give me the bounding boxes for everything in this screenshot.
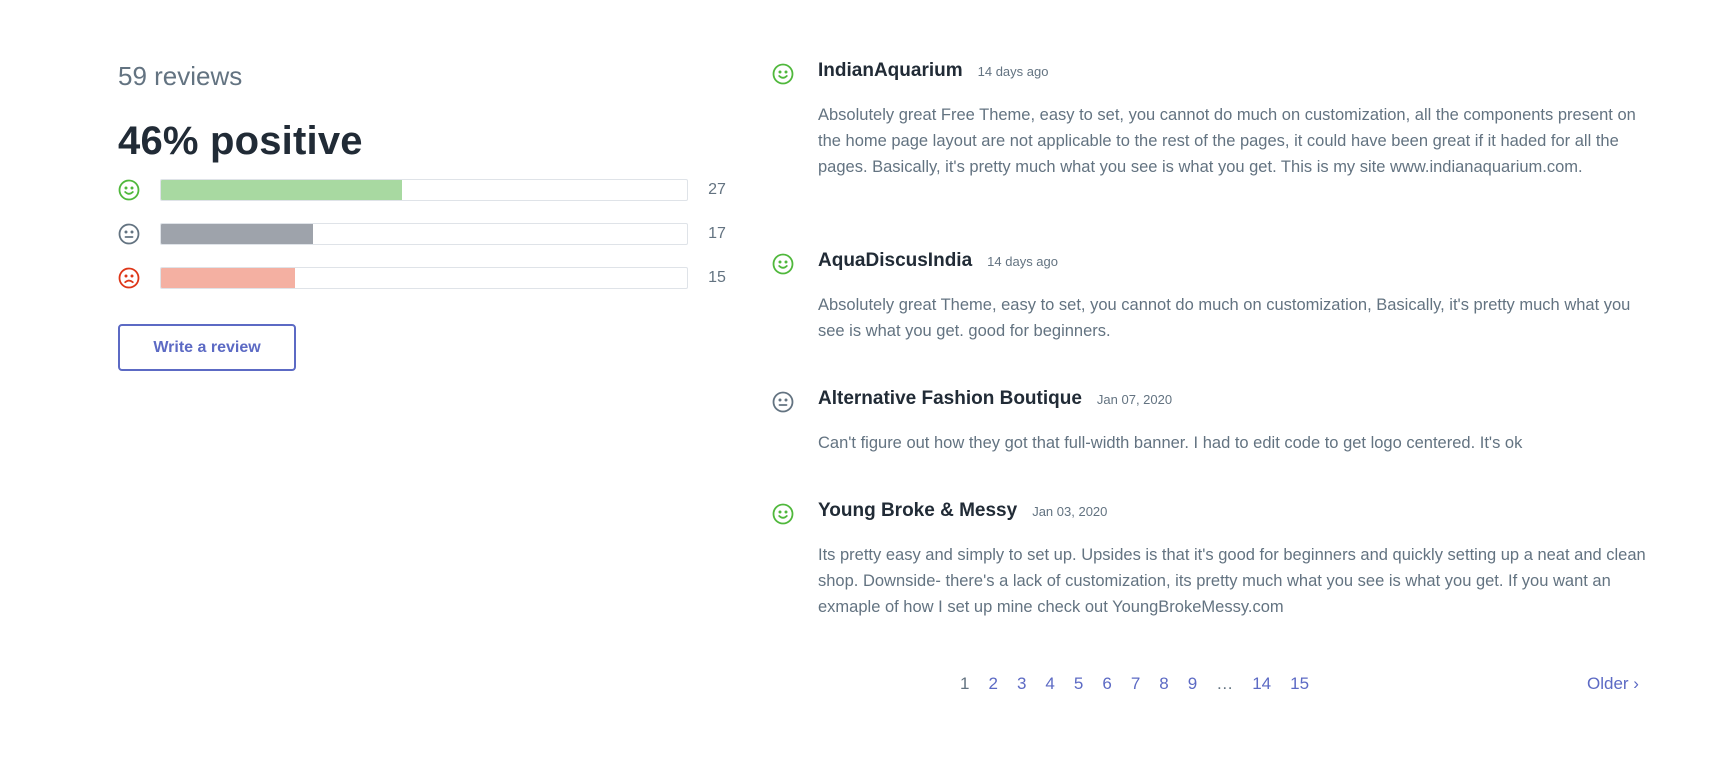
review-list: IndianAquarium 14 days ago Absolutely gr… <box>772 60 1652 620</box>
page-link-7[interactable]: 7 <box>1131 674 1140 694</box>
rating-row-positive: 27 <box>118 178 738 202</box>
review-item: AquaDiscusIndia 14 days ago Absolutely g… <box>772 250 1652 388</box>
page-link-14[interactable]: 14 <box>1252 674 1271 694</box>
reviewer-name: AquaDiscusIndia <box>818 250 973 271</box>
review-header: Young Broke & Messy Jan 03, 2020 <box>818 500 1652 526</box>
neutral-face-icon <box>772 391 794 413</box>
review-text: Can't figure out how they got that full-… <box>818 434 1523 452</box>
older-page-link[interactable]: Older › <box>1587 674 1639 694</box>
reviewer-name: Young Broke & Messy <box>818 500 1018 521</box>
rating-bar-fill-negative <box>161 268 295 288</box>
positive-percentage: 46% positive <box>118 119 363 163</box>
page-link-3[interactable]: 3 <box>1017 674 1026 694</box>
reviewer-name: IndianAquarium <box>818 60 963 81</box>
write-review-button[interactable]: Write a review <box>118 324 296 371</box>
page-link-1[interactable]: 1 <box>960 674 969 694</box>
rating-row-negative: 15 <box>118 266 738 290</box>
page-ellipsis: … <box>1216 674 1234 693</box>
review-header: AquaDiscusIndia 14 days ago <box>818 250 1652 276</box>
rating-bar-positive <box>160 179 689 201</box>
smile-face-icon <box>772 63 794 85</box>
rating-count-neutral: 17 <box>708 225 726 242</box>
reviewer-name: Alternative Fashion Boutique <box>818 388 1082 409</box>
review-item: Young Broke & Messy Jan 03, 2020 Its pre… <box>772 500 1652 620</box>
review-item: IndianAquarium 14 days ago Absolutely gr… <box>772 60 1652 250</box>
smile-face-icon <box>118 179 140 201</box>
review-text: Absolutely great Free Theme, easy to set… <box>818 106 1636 176</box>
rating-bar-fill-neutral <box>161 224 313 244</box>
neutral-face-icon <box>118 223 140 245</box>
page-link-4[interactable]: 4 <box>1045 674 1054 694</box>
review-text: Absolutely great Theme, easy to set, you… <box>818 296 1631 340</box>
rating-breakdown: 27 17 15 <box>118 178 738 290</box>
review-count: 59 reviews <box>118 61 243 91</box>
page-link-9[interactable]: 9 <box>1188 674 1197 694</box>
review-header: IndianAquarium 14 days ago <box>818 60 1652 86</box>
rating-count-negative: 15 <box>708 269 726 286</box>
page-link-8[interactable]: 8 <box>1159 674 1168 694</box>
review-text: Its pretty easy and simply to set up. Up… <box>818 546 1646 616</box>
page-link-2[interactable]: 2 <box>988 674 997 694</box>
page-link-5[interactable]: 5 <box>1074 674 1083 694</box>
rating-row-neutral: 17 <box>118 222 738 246</box>
review-date: Jan 03, 2020 <box>1032 504 1108 519</box>
page-link-6[interactable]: 6 <box>1102 674 1111 694</box>
page-link-15[interactable]: 15 <box>1290 674 1309 694</box>
rating-bar-fill-positive <box>161 180 402 200</box>
rating-bar-neutral <box>160 223 689 245</box>
smile-face-icon <box>772 503 794 525</box>
pagination: 1 2 3 4 5 6 7 8 9 … 14 15 <box>960 674 1328 694</box>
review-date: Jan 07, 2020 <box>1096 392 1173 407</box>
review-header: Alternative Fashion Boutique Jan 07, 202… <box>818 388 1652 414</box>
rating-bar-negative <box>160 267 689 289</box>
review-date: 14 days ago <box>987 254 1058 269</box>
reviews-summary: 59 reviews 46% positive 27 17 15 Write a… <box>118 60 738 371</box>
review-date: 14 days ago <box>977 64 1049 79</box>
smile-face-icon <box>772 253 794 275</box>
review-item: Alternative Fashion Boutique Jan 07, 202… <box>772 388 1652 500</box>
rating-count-positive: 27 <box>708 181 726 198</box>
frown-face-icon <box>118 267 140 289</box>
